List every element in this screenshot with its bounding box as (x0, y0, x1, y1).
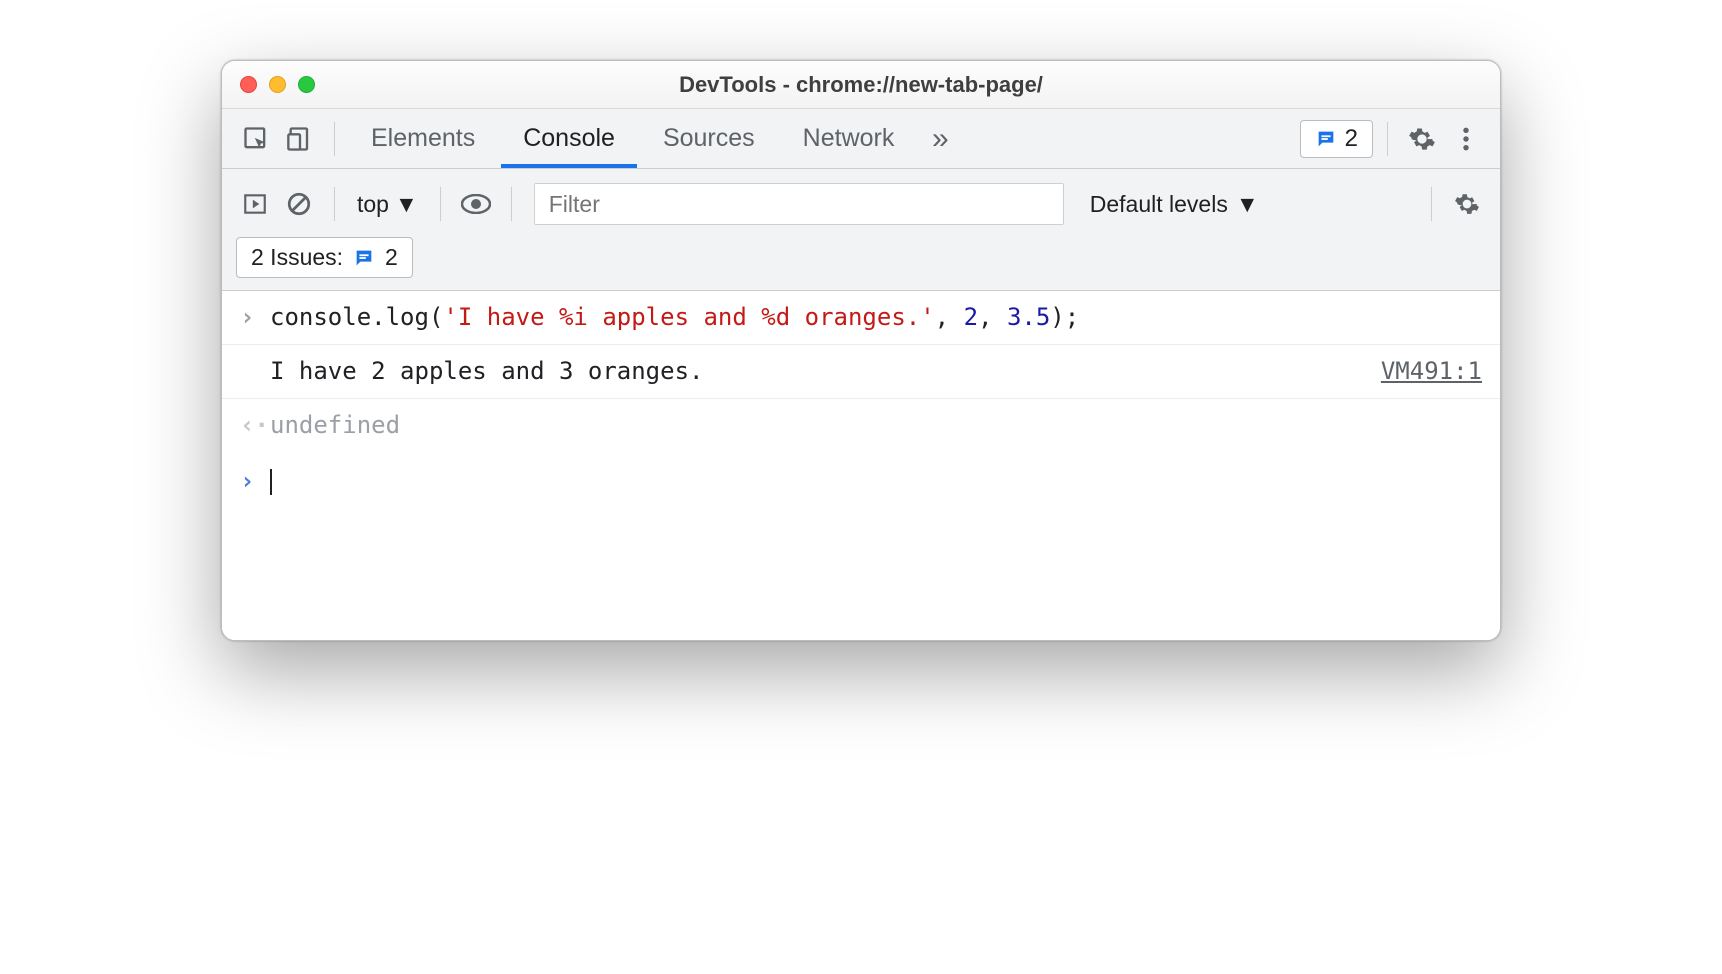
issues-pill[interactable]: 2 Issues: 2 (236, 237, 413, 278)
settings-gear-icon[interactable] (1402, 119, 1442, 159)
console-output-text: I have 2 apples and 3 oranges. (270, 353, 1361, 390)
divider (511, 187, 512, 221)
chat-icon (1315, 128, 1337, 150)
divider (1387, 122, 1388, 156)
live-expression-icon[interactable] (457, 185, 495, 223)
context-label: top (357, 191, 389, 218)
chat-icon (353, 247, 375, 269)
console-prompt-row[interactable]: › (222, 453, 1500, 640)
divider (440, 187, 441, 221)
window-title: DevTools - chrome://new-tab-page/ (222, 72, 1500, 98)
traffic-lights (240, 76, 315, 93)
tab-elements[interactable]: Elements (349, 109, 497, 168)
titlebar: DevTools - chrome://new-tab-page/ (222, 61, 1500, 109)
main-tabbar: Elements Console Sources Network » 2 (222, 109, 1500, 169)
log-levels-selector[interactable]: Default levels ▼ (1090, 191, 1259, 218)
divider (334, 187, 335, 221)
levels-label: Default levels (1090, 191, 1228, 218)
input-chevron-icon: › (240, 299, 270, 336)
source-link[interactable]: VM491:1 (1381, 353, 1482, 390)
issues-badge-count: 2 (1345, 125, 1358, 153)
issues-label: 2 Issues: (251, 244, 343, 271)
divider (334, 122, 335, 156)
dropdown-icon: ▼ (1236, 191, 1259, 218)
issues-badge[interactable]: 2 (1300, 120, 1373, 158)
toggle-sidebar-icon[interactable] (236, 185, 274, 223)
minimize-window-button[interactable] (269, 76, 286, 93)
maximize-window-button[interactable] (298, 76, 315, 93)
console-return-row: ‹· undefined (222, 399, 1500, 452)
console-return-value: undefined (270, 407, 1482, 444)
console-toolbar: top ▼ Default levels ▼ 2 Issues: (222, 169, 1500, 291)
divider (1431, 187, 1432, 221)
tab-network[interactable]: Network (781, 109, 917, 168)
clear-console-icon[interactable] (280, 185, 318, 223)
dropdown-icon: ▼ (395, 191, 418, 218)
close-window-button[interactable] (240, 76, 257, 93)
inspect-element-icon[interactable] (236, 119, 276, 159)
tab-sources[interactable]: Sources (641, 109, 777, 168)
console-prompt-input[interactable] (270, 463, 1482, 500)
text-cursor (270, 469, 272, 495)
issues-count: 2 (385, 244, 398, 271)
console-settings-gear-icon[interactable] (1448, 185, 1486, 223)
more-tabs-icon[interactable]: » (920, 119, 960, 159)
prompt-chevron-icon: › (240, 463, 270, 500)
tab-console[interactable]: Console (501, 109, 637, 168)
kebab-menu-icon[interactable] (1446, 119, 1486, 159)
console-body: › console.log('I have %i apples and %d o… (222, 291, 1500, 640)
console-output-row: I have 2 apples and 3 oranges. VM491:1 (222, 345, 1500, 399)
filter-input[interactable] (534, 183, 1064, 225)
console-input-code[interactable]: console.log('I have %i apples and %d ora… (270, 299, 1482, 336)
devtools-window: DevTools - chrome://new-tab-page/ Elemen… (221, 60, 1501, 641)
execution-context-selector[interactable]: top ▼ (351, 191, 424, 218)
return-chevron-icon: ‹· (240, 407, 270, 444)
device-toolbar-icon[interactable] (280, 119, 320, 159)
console-input-row: › console.log('I have %i apples and %d o… (222, 291, 1500, 345)
